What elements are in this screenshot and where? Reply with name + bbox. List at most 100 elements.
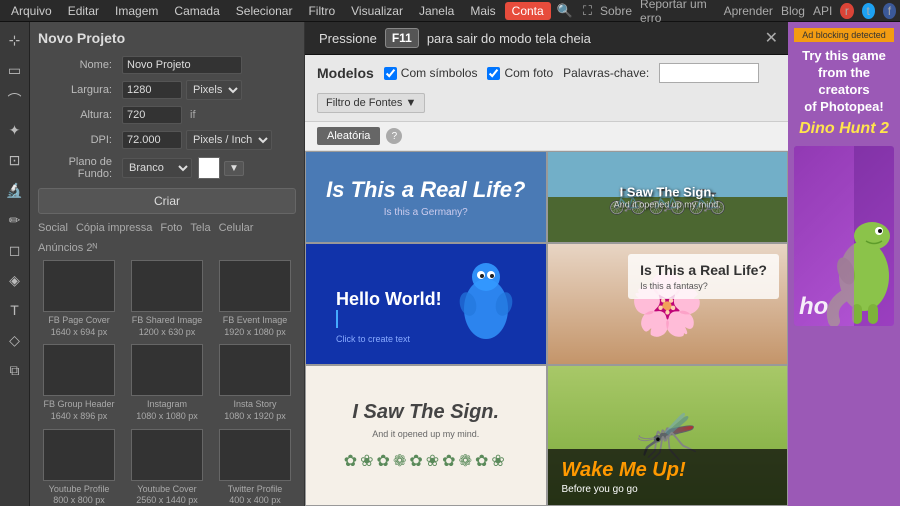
- nav-foto[interactable]: Foto: [160, 222, 182, 234]
- ad-label-instagram: Instagram1080 x 1080 px: [136, 399, 198, 422]
- nav-tela[interactable]: Tela: [190, 222, 210, 234]
- search-icon[interactable]: 🔍: [553, 3, 577, 19]
- tool-layers[interactable]: ⧉: [3, 358, 27, 382]
- height-input[interactable]: [122, 106, 182, 124]
- bg-select[interactable]: Branco: [122, 158, 192, 178]
- menu-sobre[interactable]: Sobre: [600, 4, 632, 18]
- menu-filtro[interactable]: Filtro: [301, 2, 342, 20]
- menu-reportar[interactable]: Reportar um erro: [640, 0, 716, 25]
- menu-mais[interactable]: Mais: [463, 2, 502, 20]
- template-nav: Social Cópia impressa Foto Tela Celular: [38, 222, 296, 234]
- name-label: Nome:: [38, 59, 118, 71]
- checkbox-simbolos[interactable]: Com símbolos: [384, 66, 478, 80]
- tool-lasso[interactable]: ⌒: [3, 88, 27, 112]
- ad-card-fb-group[interactable]: FB Group Header1640 x 896 px: [38, 344, 120, 422]
- ad-card-yt-cover[interactable]: Youtube Cover2560 x 1440 px: [126, 429, 208, 506]
- dpi-unit-select[interactable]: Pixels / Inch: [186, 130, 272, 150]
- template-3[interactable]: Hello World! Click to create text: [305, 243, 547, 365]
- tpl6-title: Wake Me Up!: [562, 459, 774, 482]
- tool-shape[interactable]: ◇: [3, 328, 27, 352]
- tool-magic-wand[interactable]: ✦: [3, 118, 27, 142]
- menu-bar: Arquivo Editar Imagem Camada Selecionar …: [0, 0, 900, 22]
- tpl5-deco: ✿❀✿❁✿❀✿❁✿❀: [344, 451, 508, 471]
- ad-card-twitter[interactable]: Twitter Profile400 x 400 px: [214, 429, 296, 506]
- tpl-1-title: Is This a Real Life?: [326, 177, 525, 203]
- modelos-header: Modelos Com símbolos Com foto Palavras-c…: [305, 55, 788, 122]
- tool-text[interactable]: T: [3, 298, 27, 322]
- menu-conta[interactable]: Conta: [505, 2, 551, 20]
- create-button[interactable]: Criar: [38, 188, 296, 214]
- nav-celular[interactable]: Celular: [219, 222, 254, 234]
- bike-text-overlay: I Saw The Sign. And it opened up my mind…: [614, 185, 721, 210]
- dpi-input[interactable]: [122, 131, 182, 149]
- f11-close-button[interactable]: ✕: [765, 28, 778, 48]
- width-label: Largura:: [38, 84, 118, 96]
- ad-label-fb-event: FB Event Image1920 x 1080 px: [223, 315, 288, 338]
- f11-suffix: para sair do modo tela cheia: [427, 31, 591, 46]
- height-unit: if: [190, 109, 196, 121]
- width-unit-select[interactable]: Pixels: [186, 80, 242, 100]
- ad-card-instagram[interactable]: Instagram1080 x 1080 px: [126, 344, 208, 422]
- menu-editar[interactable]: Editar: [61, 2, 106, 20]
- tool-crop[interactable]: ⊡: [3, 148, 27, 172]
- ad-card-fb-shared[interactable]: FB Shared Image1200 x 630 px: [126, 260, 208, 338]
- keywords-input[interactable]: [659, 63, 759, 83]
- color-picker[interactable]: [198, 157, 220, 179]
- ad-thumb-yt-profile: [43, 429, 115, 481]
- ad-thumb-fb-page: [43, 260, 115, 312]
- dpi-row: DPI: Pixels / Inch: [38, 130, 296, 150]
- name-row: Nome:: [38, 56, 296, 74]
- flower-text-box: Is This a Real Life? Is this a fantasy?: [628, 254, 779, 299]
- template-6[interactable]: 🦟 Wake Me Up! Before you go go: [547, 365, 789, 506]
- menu-api[interactable]: API: [813, 4, 832, 18]
- ad-thumb-yt-cover: [131, 429, 203, 481]
- creature-title: Hello World!: [336, 289, 442, 310]
- menu-aprender[interactable]: Aprender: [724, 4, 773, 18]
- ad-card-insta-story[interactable]: Insta Story1080 x 1920 px: [214, 344, 296, 422]
- creature-text: Hello World! Click to create text: [336, 289, 442, 344]
- aleatoria-button[interactable]: Aleatória: [317, 127, 380, 145]
- ad-game-line1: Try this game from the creators of Photo…: [802, 48, 886, 116]
- template-4[interactable]: 🌸 Is This a Real Life? Is this a fantasy…: [547, 243, 789, 365]
- tool-move[interactable]: ⊹: [3, 28, 27, 52]
- menu-selecionar[interactable]: Selecionar: [229, 2, 300, 20]
- ads-header: Anúncios 2ᴺ: [38, 242, 296, 254]
- checkbox-foto[interactable]: Com foto: [487, 66, 553, 80]
- fullscreen-icon[interactable]: ⛶: [579, 3, 596, 19]
- ad-card-fb-event[interactable]: FB Event Image1920 x 1080 px: [214, 260, 296, 338]
- template-2[interactable]: 🚲🚲🚲 I Saw The Sign. And it opened up my …: [547, 151, 789, 243]
- name-input[interactable]: [122, 56, 242, 74]
- tool-eraser[interactable]: ◻: [3, 238, 27, 262]
- ad-thumb-instagram: [131, 344, 203, 396]
- tool-fill[interactable]: ◈: [3, 268, 27, 292]
- help-icon[interactable]: ?: [386, 128, 402, 144]
- modelos-title: Modelos: [317, 65, 374, 81]
- template-1[interactable]: Is This a Real Life? Is this a Germany?: [305, 151, 547, 243]
- icon-twitter[interactable]: t: [862, 3, 875, 19]
- nav-copia[interactable]: Cópia impressa: [76, 222, 152, 234]
- ad-game-title[interactable]: Dino Hunt 2: [799, 120, 889, 138]
- ad-card-fb-page[interactable]: FB Page Cover1640 x 694 px: [38, 260, 120, 338]
- menu-imagem[interactable]: Imagem: [108, 2, 165, 20]
- tool-brush[interactable]: ✏: [3, 208, 27, 232]
- tool-eyedropper[interactable]: 🔬: [3, 178, 27, 202]
- width-input[interactable]: [122, 81, 182, 99]
- icon-facebook[interactable]: f: [883, 3, 896, 19]
- menu-janela[interactable]: Janela: [412, 2, 461, 20]
- tpl6-sub: Before you go go: [562, 484, 774, 495]
- ad-game-banner[interactable]: ho: [794, 146, 894, 326]
- icon-reddit[interactable]: r: [840, 3, 853, 19]
- menu-blog[interactable]: Blog: [781, 4, 805, 18]
- menu-visualizar[interactable]: Visualizar: [344, 2, 410, 20]
- menu-camada[interactable]: Camada: [167, 2, 226, 20]
- tool-select-rect[interactable]: ▭: [3, 58, 27, 82]
- nav-social[interactable]: Social: [38, 222, 68, 234]
- cursor-bar: [336, 310, 338, 328]
- template-5[interactable]: I Saw The Sign. And it opened up my mind…: [305, 365, 547, 506]
- ad-label-insta-story: Insta Story1080 x 1920 px: [224, 399, 286, 422]
- menu-arquivo[interactable]: Arquivo: [4, 2, 59, 20]
- filter-fontes-button[interactable]: Filtro de Fontes ▼: [317, 93, 425, 113]
- ad-card-yt-profile[interactable]: Youtube Profile800 x 800 px: [38, 429, 120, 506]
- arrow-btn[interactable]: ▼: [224, 161, 244, 176]
- menu-bar-right: Sobre Reportar um erro Aprender Blog API…: [600, 0, 896, 25]
